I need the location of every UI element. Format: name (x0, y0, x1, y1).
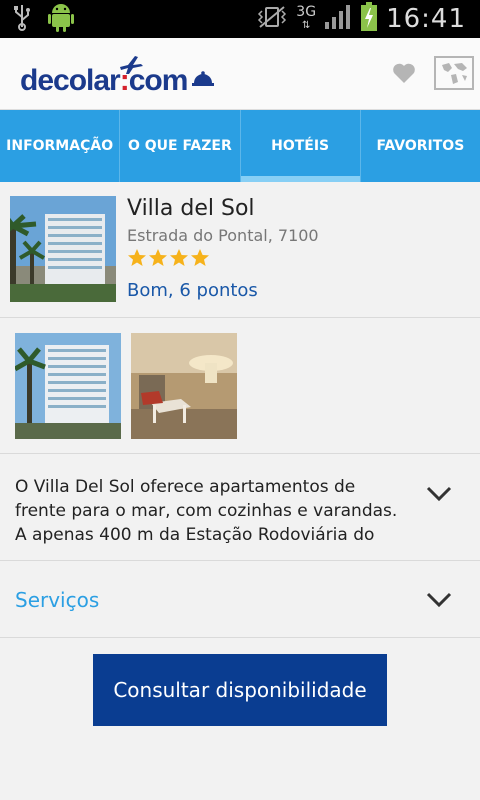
check-availability-button[interactable]: Consultar disponibilidade (93, 654, 387, 726)
photo-gallery (0, 318, 480, 454)
star-icon (148, 248, 168, 272)
clock: 16:41 (386, 4, 466, 34)
signal-icon (324, 4, 352, 34)
network-3g-icon: 3G ⇅ (296, 4, 317, 31)
airplane-icon (118, 50, 144, 84)
bell-icon (191, 60, 215, 94)
star-icon (190, 248, 210, 272)
star-icon (127, 248, 147, 272)
services-label: Serviços (15, 588, 100, 612)
heart-icon[interactable] (392, 62, 416, 88)
hotel-summary: Villa del Sol Estrada do Pontal, 7100 Bo… (0, 182, 480, 318)
decolar-logo[interactable]: decolar : com (20, 52, 215, 98)
map-icon[interactable] (434, 56, 474, 94)
services-section[interactable]: Serviços (0, 562, 480, 638)
android-debug-icon (46, 1, 76, 37)
description-text: O Villa Del Sol oferece apartamentos de … (15, 477, 398, 545)
gallery-photo-lobby[interactable] (131, 333, 237, 439)
hotel-address: Estrada do Pontal, 7100 (127, 226, 319, 245)
hotel-description[interactable]: O Villa Del Sol oferece apartamentos de … (0, 455, 480, 561)
tab-bar: INFORMAÇÃO O QUE FAZER HOTÉIS FAVORITOS (0, 110, 480, 182)
chevron-down-icon[interactable] (426, 592, 452, 608)
status-bar: 3G ⇅ 16:41 (0, 0, 480, 38)
app-header: decolar : com (0, 38, 480, 110)
hotel-rating[interactable]: Bom, 6 pontos (127, 280, 258, 301)
gallery-photo-exterior[interactable] (13, 333, 121, 439)
battery-charging-icon (360, 2, 378, 36)
hotel-thumbnail[interactable] (0, 196, 116, 302)
tab-favoritos[interactable]: FAVORITOS (361, 110, 480, 182)
tab-hoteis[interactable]: HOTÉIS (240, 110, 361, 182)
tab-informacao[interactable]: INFORMAÇÃO (0, 110, 121, 182)
star-icon (169, 248, 189, 272)
chevron-down-icon[interactable] (426, 486, 452, 502)
star-rating (127, 248, 210, 272)
vibrate-off-icon (256, 5, 288, 33)
tab-o-que-fazer[interactable]: O QUE FAZER (120, 110, 241, 182)
logo-text-left: decolar (20, 64, 121, 97)
usb-icon (12, 3, 32, 35)
network-label: 3G (296, 4, 317, 20)
hotel-name: Villa del Sol (127, 196, 255, 221)
